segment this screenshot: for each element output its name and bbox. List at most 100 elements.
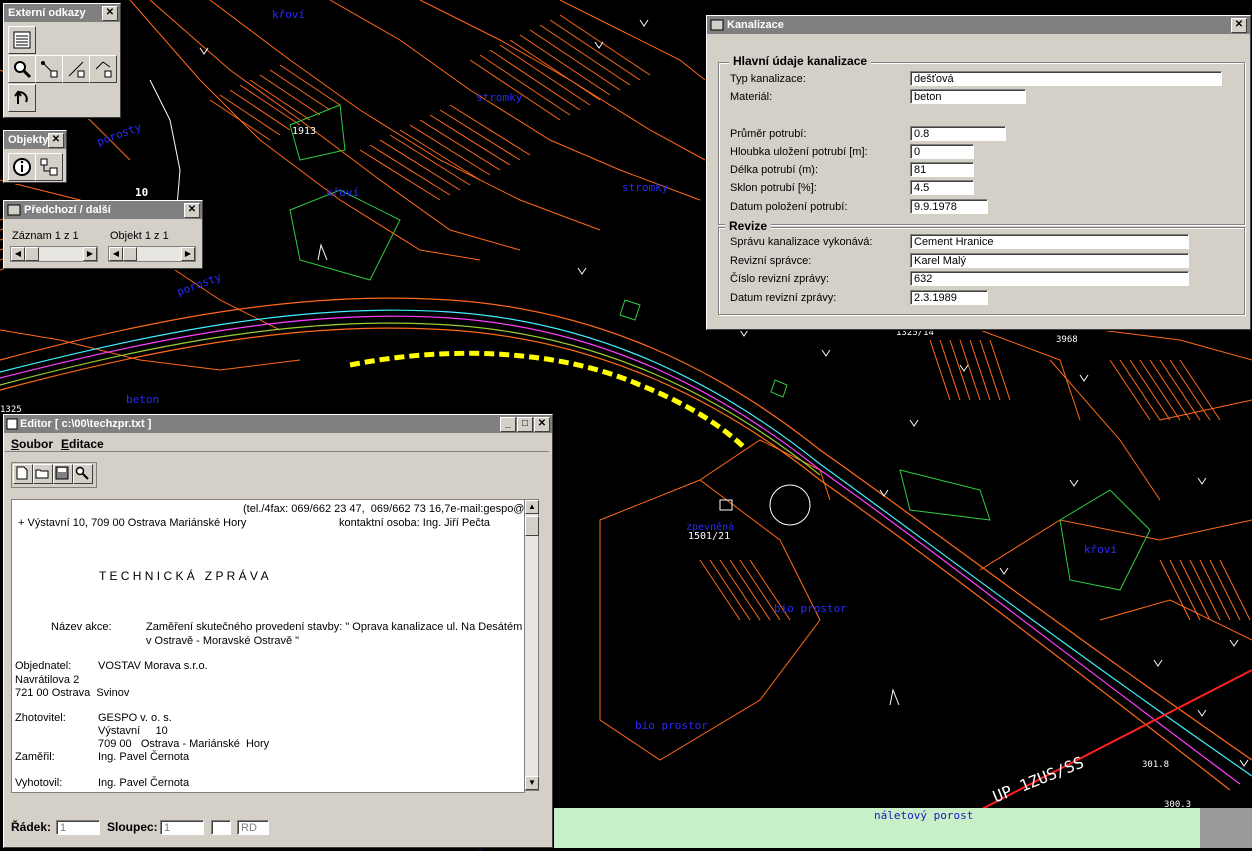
undo-icon xyxy=(14,90,28,104)
text-line: Zaměřil: xyxy=(15,751,55,763)
info-button[interactable] xyxy=(8,153,36,181)
text-line: Zhotovitel: xyxy=(15,712,66,724)
save-icon xyxy=(55,466,69,480)
minimize-button[interactable]: _ xyxy=(500,417,516,432)
menu-soubor[interactable]: Soubor xyxy=(11,437,53,451)
text-line: Ing. Pavel Černota xyxy=(98,777,190,789)
text-line: Navrátilova 2 xyxy=(15,674,80,686)
material-label: Materiál: xyxy=(730,91,773,103)
scroll-thumb[interactable] xyxy=(25,247,39,261)
window-title-text: Předchozí / další xyxy=(24,204,111,216)
spravce-kanalizace-label: Správu kanalizace vykonává: xyxy=(730,236,873,248)
close-button[interactable]: ✕ xyxy=(102,6,118,21)
scroll-right-arrow[interactable]: ▶ xyxy=(181,247,195,261)
map-label: 3968 xyxy=(1056,335,1078,345)
window-title-text: Externí odkazy xyxy=(8,7,86,19)
link-point-icon xyxy=(41,61,58,78)
zoom-button[interactable] xyxy=(8,55,36,83)
scroll-thumb[interactable] xyxy=(123,247,137,261)
objekt-label: Objekt 1 z 1 xyxy=(110,230,169,242)
prumer-field[interactable]: 0.8 xyxy=(910,126,1006,141)
scroll-thumb[interactable] xyxy=(525,516,539,536)
objekty-window: Objekty ✕ xyxy=(3,130,67,183)
list-button[interactable] xyxy=(8,26,36,54)
datum-zpravy-label: Datum revizní zprávy: xyxy=(730,292,837,304)
window-icon xyxy=(7,204,21,216)
text-line: T E C H N I C K Á Z P R Á V A xyxy=(99,569,269,583)
link-polygon-button[interactable] xyxy=(89,55,117,83)
sklon-label: Sklon potrubí [%]: xyxy=(730,182,817,194)
undo-button[interactable] xyxy=(8,84,36,112)
revizni-spravce-label: Revizní správce: xyxy=(730,255,812,267)
status-blank-field xyxy=(211,820,231,835)
radek-label: Řádek: xyxy=(11,820,52,834)
map-label: křoví xyxy=(326,186,360,199)
spravce-kanalizace-field[interactable]: Cement Hranice xyxy=(910,234,1189,249)
group-title: Revize xyxy=(725,219,772,233)
readonly-indicator: RD xyxy=(237,820,269,835)
text-line: GESPO v. o. s. xyxy=(98,712,172,724)
material-field[interactable]: beton xyxy=(910,89,1026,104)
window-title-text: Objekty xyxy=(8,134,49,146)
window-icon xyxy=(6,418,18,430)
window-title-text: Editor [ c:\00\techzpr.txt ] xyxy=(20,418,152,430)
text-line: Vyhotovil: xyxy=(15,777,63,789)
typ-kanalizace-field[interactable]: dešťová xyxy=(910,71,1222,86)
scroll-down-arrow[interactable]: ▼ xyxy=(525,776,539,790)
folder-icon xyxy=(35,469,49,479)
revizni-spravce-field[interactable]: Karel Malý xyxy=(910,253,1189,268)
datum-polozeni-field[interactable]: 9.9.1978 xyxy=(910,199,988,214)
link-point-button[interactable] xyxy=(35,55,63,83)
close-button[interactable]: ✕ xyxy=(184,203,200,218)
close-button[interactable]: ✕ xyxy=(1231,18,1247,33)
map-label: beton xyxy=(126,393,160,406)
editor-text-area[interactable]: (tel./4fax: 069/662 23 47, 069/662 73 16… xyxy=(11,499,525,793)
sloupec-label: Sloupec: xyxy=(107,820,158,834)
sklon-field[interactable]: 4.5 xyxy=(910,180,974,195)
scroll-right-arrow[interactable]: ▶ xyxy=(83,247,97,261)
window-title: Předchozí / další ✕ xyxy=(4,201,202,219)
text-line: Zaměření skutečného provedení stavby: " … xyxy=(146,621,523,633)
datum-zpravy-field[interactable]: 2.3.1989 xyxy=(910,290,988,305)
externi-odkazy-window: Externí odkazy ✕ xyxy=(3,3,121,118)
scroll-left-arrow[interactable]: ◀ xyxy=(109,247,123,261)
object-select-button[interactable] xyxy=(35,153,63,181)
maximize-button[interactable]: □ xyxy=(517,417,533,432)
menu-editace[interactable]: Editace xyxy=(61,437,104,451)
text-line: v Ostravě - Moravské Ostravě " xyxy=(146,635,300,647)
new-file-icon xyxy=(16,466,28,480)
text-line: Název akce: xyxy=(51,621,112,633)
delka-field[interactable]: 81 xyxy=(910,162,974,177)
window-title: Editor [ c:\00\techzpr.txt ] _ □ ✕ xyxy=(4,415,552,433)
text-line: 709 00 Ostrava - Mariánské Hory xyxy=(98,738,270,750)
map-label: náletový porost xyxy=(874,809,974,822)
cislo-zpravy-label: Číslo revizní zprávy: xyxy=(730,273,830,285)
radek-field[interactable]: 1 xyxy=(56,820,100,835)
sloupec-field[interactable]: 1 xyxy=(160,820,204,835)
cislo-zpravy-field[interactable]: 632 xyxy=(910,271,1189,286)
find-button[interactable] xyxy=(73,464,93,484)
open-file-button[interactable] xyxy=(33,464,53,484)
save-file-button[interactable] xyxy=(53,464,73,484)
close-button[interactable]: ✕ xyxy=(48,133,64,148)
text-line: VOSTAV Morava s.r.o. xyxy=(98,660,208,672)
link-polygon-icon xyxy=(95,61,112,78)
objekt-scrollbar[interactable]: ◀ ▶ xyxy=(108,246,196,262)
menu-accelerator: S xyxy=(11,437,20,451)
object-select-icon xyxy=(40,158,58,176)
text-line: Ing. Pavel Černota xyxy=(98,751,190,763)
scroll-left-arrow[interactable]: ◀ xyxy=(11,247,25,261)
close-button[interactable]: ✕ xyxy=(534,417,550,432)
hloubka-field[interactable]: 0 xyxy=(910,144,974,159)
new-file-button[interactable] xyxy=(13,464,33,484)
prumer-label: Průměr potrubí: xyxy=(730,128,807,140)
zaznam-scrollbar[interactable]: ◀ ▶ xyxy=(10,246,98,262)
text-line: (tel./4fax: 069/662 23 47, 069/662 73 16… xyxy=(243,503,525,515)
scroll-up-arrow[interactable]: ▲ xyxy=(525,500,539,514)
magnifier-icon xyxy=(14,61,32,79)
link-line-button[interactable] xyxy=(62,55,90,83)
text-line: Výstavní 10 xyxy=(98,725,168,737)
map-label: zpevněná xyxy=(686,522,735,533)
editor-vertical-scrollbar[interactable]: ▲ ▼ xyxy=(524,499,539,791)
window-title: Externí odkazy ✕ xyxy=(4,4,120,22)
